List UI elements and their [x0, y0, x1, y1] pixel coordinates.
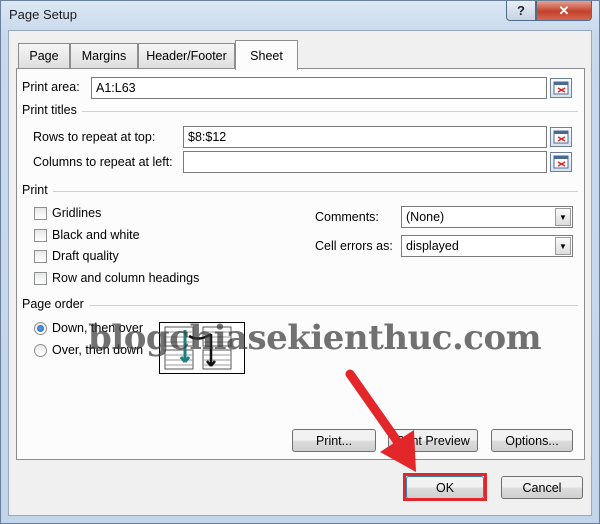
- chevron-down-icon[interactable]: ▼: [555, 208, 571, 226]
- window-title: Page Setup: [9, 7, 77, 22]
- help-button[interactable]: ?: [506, 1, 536, 21]
- print-heading: Print: [22, 183, 48, 197]
- page-order-heading: Page order: [22, 297, 84, 311]
- collapse-dialog-icon: [553, 130, 569, 144]
- cell-errors-value: displayed: [406, 239, 459, 253]
- gridlines-checkbox[interactable]: [34, 207, 47, 220]
- collapse-dialog-icon: [553, 81, 569, 95]
- tab-margins[interactable]: Margins: [70, 43, 138, 68]
- tab-header-footer[interactable]: Header/Footer: [138, 43, 235, 68]
- cell-errors-label: Cell errors as:: [315, 239, 393, 253]
- page-order-divider: [89, 305, 578, 306]
- columns-to-repeat-field[interactable]: [183, 151, 547, 173]
- collapse-dialog-icon: [553, 155, 569, 169]
- row-column-headings-checkbox[interactable]: [34, 272, 47, 285]
- columns-range-button[interactable]: [550, 152, 572, 172]
- over-then-down-radio[interactable]: [34, 344, 47, 357]
- gridlines-label: Gridlines: [52, 206, 102, 220]
- down-then-over-radio[interactable]: [34, 322, 47, 335]
- draft-quality-label: Draft quality: [52, 249, 119, 263]
- comments-label: Comments:: [315, 210, 379, 224]
- rows-to-repeat-label: Rows to repeat at top:: [33, 130, 156, 144]
- print-area-field[interactable]: A1:L63: [91, 77, 547, 99]
- chevron-down-icon[interactable]: ▼: [555, 237, 571, 255]
- over-then-down-label: Over, then down: [52, 343, 144, 357]
- cancel-button[interactable]: Cancel: [501, 476, 583, 499]
- tab-page[interactable]: Page: [18, 43, 70, 68]
- down-then-over-label: Down, then over: [52, 321, 144, 335]
- print-titles-divider: [82, 111, 578, 112]
- close-button[interactable]: ✕: [536, 1, 592, 21]
- comments-value: (None): [406, 210, 445, 224]
- row-column-headings-label: Row and column headings: [52, 271, 200, 285]
- draft-quality-checkbox[interactable]: [34, 250, 47, 263]
- page-order-preview-icon: [159, 322, 245, 374]
- print-area-range-button[interactable]: [550, 78, 572, 98]
- rows-to-repeat-field[interactable]: $8:$12: [183, 126, 547, 148]
- rows-range-button[interactable]: [550, 127, 572, 147]
- options-button[interactable]: Options...: [491, 429, 573, 452]
- black-and-white-checkbox[interactable]: [34, 229, 47, 242]
- red-arrow-icon: [345, 369, 416, 472]
- print-titles-heading: Print titles: [22, 103, 77, 117]
- print-divider: [53, 191, 578, 192]
- print-area-label: Print area:: [22, 80, 80, 94]
- comments-select[interactable]: (None) ▼: [401, 206, 573, 228]
- cell-errors-select[interactable]: displayed ▼: [401, 235, 573, 257]
- columns-to-repeat-label: Columns to repeat at left:: [33, 155, 173, 169]
- black-and-white-label: Black and white: [52, 228, 140, 242]
- tab-sheet[interactable]: Sheet: [235, 40, 298, 70]
